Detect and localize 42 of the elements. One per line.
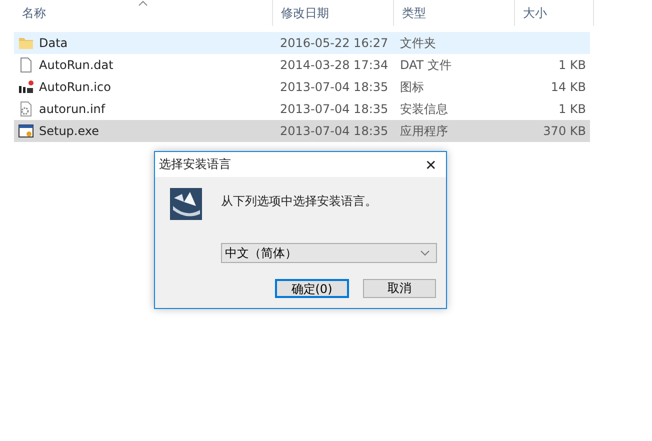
file-name: Setup.exe bbox=[39, 124, 100, 138]
file-name: autorun.inf bbox=[39, 102, 106, 116]
column-header[interactable]: 类型 bbox=[394, 0, 514, 26]
column-header[interactable]: 大小 bbox=[515, 0, 593, 26]
file-name: AutoRun.ico bbox=[39, 80, 111, 94]
dialog-title: 选择安装语言 bbox=[159, 156, 231, 173]
file-row[interactable]: AutoRun.ico 2013-07-04 18:35 图标 14 KB bbox=[14, 76, 590, 98]
file-row[interactable]: Data 2016-05-22 16:27 文件夹 bbox=[14, 32, 590, 54]
file-type: DAT 文件 bbox=[400, 56, 452, 74]
installer-logo-icon bbox=[170, 188, 202, 220]
date-modified: 2013-07-04 18:35 bbox=[280, 80, 388, 94]
column-header[interactable]: 修改日期 bbox=[273, 0, 393, 26]
file-icon bbox=[18, 57, 34, 73]
file-name: AutoRun.dat bbox=[39, 58, 114, 72]
file-row[interactable]: autorun.inf 2013-07-04 18:35 安装信息 1 KB bbox=[14, 98, 590, 120]
file-size: 370 KB bbox=[543, 124, 586, 138]
file-name: Data bbox=[39, 36, 68, 50]
date-modified: 2014-03-28 17:34 bbox=[280, 58, 388, 72]
date-modified: 2013-07-04 18:35 bbox=[280, 102, 388, 116]
language-dropdown[interactable]: 中文（简体） bbox=[221, 243, 437, 263]
file-size: 1 KB bbox=[558, 102, 586, 116]
file-size: 14 KB bbox=[550, 80, 586, 94]
ok-button[interactable]: 确定(0) bbox=[275, 279, 348, 298]
image-icon bbox=[18, 79, 34, 95]
file-row[interactable]: AutoRun.dat 2014-03-28 17:34 DAT 文件 1 KB bbox=[14, 54, 590, 76]
date-modified: 2016-05-22 16:27 bbox=[280, 36, 388, 50]
file-row[interactable]: Setup.exe 2013-07-04 18:35 应用程序 370 KB bbox=[14, 120, 590, 142]
chevron-down-icon bbox=[420, 250, 430, 256]
file-type: 文件夹 bbox=[400, 34, 436, 52]
sort-caret-icon bbox=[138, 0, 148, 6]
cancel-button[interactable]: 取消 bbox=[362, 279, 436, 298]
file-type: 安装信息 bbox=[400, 100, 448, 118]
file-type: 图标 bbox=[400, 78, 424, 96]
settings-file-icon bbox=[18, 101, 34, 117]
close-button[interactable]: ✕ bbox=[416, 152, 446, 177]
dialog-message: 从下列选项中选择安装语言。 bbox=[221, 193, 377, 210]
file-size: 1 KB bbox=[558, 58, 586, 72]
folder-icon bbox=[18, 35, 34, 51]
date-modified: 2013-07-04 18:35 bbox=[280, 124, 388, 138]
file-type: 应用程序 bbox=[400, 122, 448, 140]
column-header[interactable]: 名称 bbox=[14, 0, 272, 26]
application-icon bbox=[18, 123, 34, 139]
